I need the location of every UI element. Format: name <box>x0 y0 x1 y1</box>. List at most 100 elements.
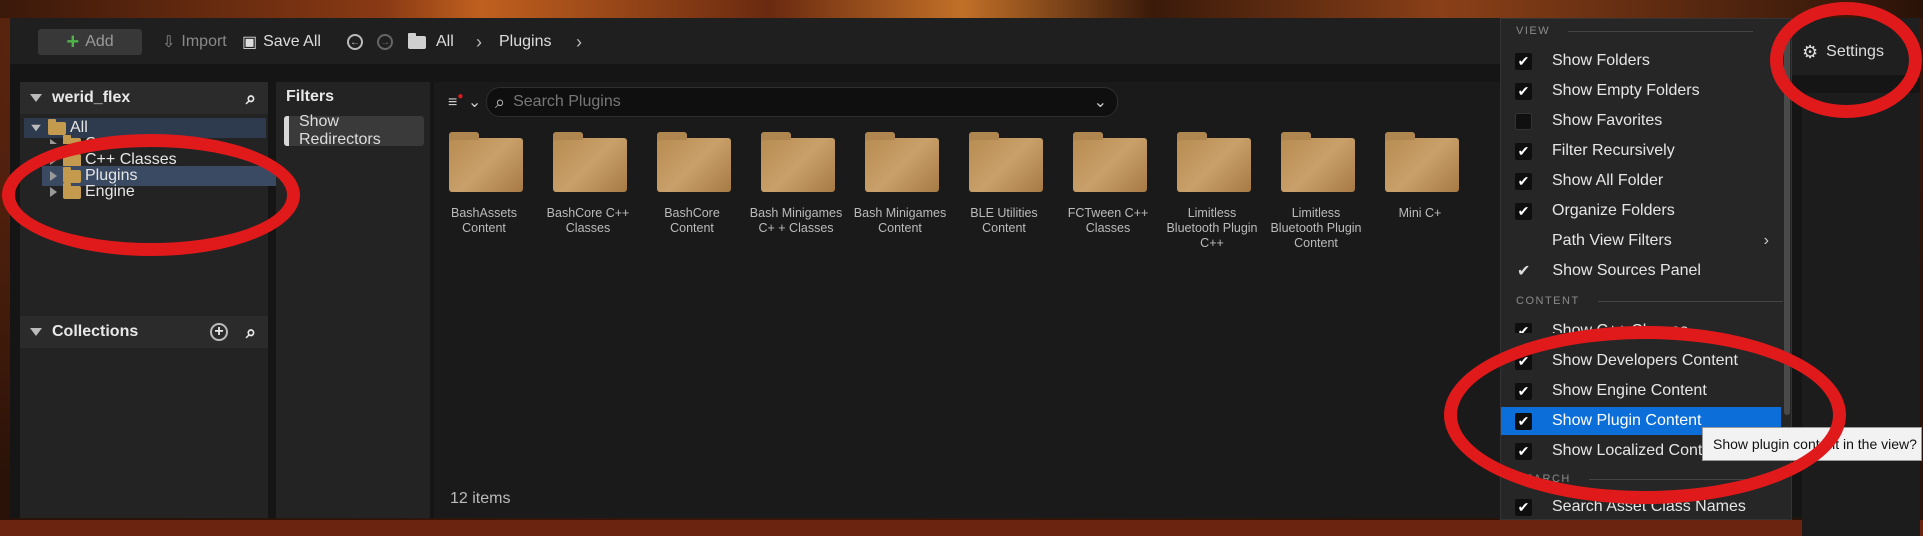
sources-panel: werid_flex ⌕ All Content C++ Classes Plu… <box>20 82 284 518</box>
checkbox-checked-icon: ✔ <box>1515 82 1532 100</box>
checkbox-checked-icon: ✔ <box>1515 352 1532 370</box>
folder-icon <box>1385 132 1459 192</box>
folder-label: Mini C+ <box>1398 206 1442 220</box>
expand-arrow-icon <box>50 155 57 165</box>
folder-label: BashCore C++ Classes <box>546 206 630 235</box>
folder-label: BLE Utilities Content <box>970 206 1038 235</box>
details-strip <box>1802 93 1920 536</box>
breadcrumb-separator: › <box>476 31 482 52</box>
search-icon[interactable]: ⌕ <box>246 88 256 109</box>
checkbox-checked-icon: ✔ <box>1515 498 1532 516</box>
folder-tile[interactable]: BLE Utilities Content <box>954 130 1054 240</box>
folder-tile[interactable]: Bash Minigames Content <box>850 130 950 240</box>
add-button[interactable]: + Add <box>38 29 142 55</box>
chevron-right-icon: › <box>1763 232 1769 249</box>
folder-icon <box>761 132 835 192</box>
chevron-down-icon: ⌄ <box>467 94 482 111</box>
checkbox-checked-icon: ✔ <box>1515 382 1532 400</box>
folder-label: BashCore Content <box>664 206 720 235</box>
breadcrumb-all[interactable]: All <box>436 29 454 55</box>
checkbox-checked-icon: ✔ <box>1515 172 1532 190</box>
collections-label: Collections <box>52 323 139 340</box>
show-redirectors-filter[interactable]: Show Redirectors <box>284 113 424 148</box>
search-icon[interactable]: ⌕ <box>246 322 256 343</box>
add-label: Add <box>85 33 114 50</box>
folder-tile[interactable]: Bash Minigames C+ + Classes <box>746 130 846 240</box>
menu-item-organize-folders[interactable]: ✔ Organize Folders <box>1501 197 1781 225</box>
forward-arrow-icon: → <box>377 34 393 50</box>
breadcrumb-more-chevron[interactable]: › <box>576 29 582 55</box>
folder-icon <box>553 132 627 192</box>
menu-item-search-asset-class-names[interactable]: ✔ Search Asset Class Names <box>1501 493 1781 521</box>
folder-tile[interactable]: FCTween C++ Classes <box>1058 130 1158 240</box>
search-input[interactable]: ⌕ Search Plugins ⌄ <box>486 87 1118 117</box>
save-all-label: Save All <box>263 33 321 50</box>
folder-tile[interactable]: BashCore C++ Classes <box>538 130 638 240</box>
folder-icon <box>1073 132 1147 192</box>
expand-arrow-icon <box>50 187 57 197</box>
folder-tile[interactable]: Limitless Bluetooth Plugin C++ <box>1162 130 1262 250</box>
menu-item-show-sources-panel[interactable]: ✔ Show Sources Panel <box>1501 257 1781 285</box>
filter-toggle-bar <box>284 116 289 146</box>
collections-header[interactable]: Collections + ⌕ <box>20 316 268 348</box>
project-header[interactable]: werid_flex ⌕ <box>20 82 268 114</box>
cpp-folder-icon <box>63 150 81 167</box>
menu-item-show-favorites[interactable]: Show Favorites <box>1501 107 1781 135</box>
search-icon: ⌕ <box>495 91 506 112</box>
add-collection-icon[interactable]: + <box>210 323 228 341</box>
folder-label: Limitless Bluetooth Plugin Content <box>1270 206 1362 250</box>
menu-item-show-engine-content[interactable]: ✔ Show Engine Content <box>1501 377 1781 405</box>
menu-item-filter-recursively[interactable]: ✔ Filter Recursively <box>1501 137 1781 165</box>
settings-label: Settings <box>1826 43 1884 60</box>
save-all-button[interactable]: ▣ Save All <box>242 29 321 55</box>
background-wallpaper-strip <box>0 0 1923 18</box>
folder-tile[interactable]: Mini C+ <box>1370 130 1470 240</box>
menu-item-path-view-filters[interactable]: Path View Filters › <box>1501 227 1781 255</box>
folder-icon <box>63 166 81 183</box>
folder-label: BashAssets Content <box>450 206 517 235</box>
folder-icon <box>63 134 81 144</box>
folder-tile[interactable]: BashAssets Content <box>434 130 534 240</box>
collapse-triangle-icon <box>30 94 42 102</box>
breadcrumb-plugins[interactable]: Plugins <box>499 29 551 55</box>
folder-icon <box>1281 132 1355 192</box>
folder-icon <box>1177 132 1251 192</box>
back-button[interactable]: ← <box>347 29 363 55</box>
checkbox-checked-icon: ✔ <box>1515 412 1532 430</box>
folder-label: Bash Minigames Content <box>853 206 947 235</box>
menu-item-show-empty-folders[interactable]: ✔ Show Empty Folders <box>1501 77 1781 105</box>
expand-triangle-icon <box>31 124 41 132</box>
filter-active-dot: ● <box>457 91 464 102</box>
folder-open-icon <box>48 118 66 135</box>
menu-item-show-folders[interactable]: ✔ Show Folders <box>1501 47 1781 75</box>
folder-label: FCTween C++ Classes <box>1067 206 1149 235</box>
settings-button[interactable]: ⚙ Settings <box>1792 29 1920 75</box>
checkbox-checked-icon: ✔ <box>1515 202 1532 220</box>
view-section-header: VIEW <box>1516 25 1754 37</box>
checkbox-checked-icon: ✔ <box>1515 142 1532 160</box>
menu-item-show-all-folder[interactable]: ✔ Show All Folder <box>1501 167 1781 195</box>
filter-icon: ≡ <box>448 94 458 111</box>
filter-dropdown-button[interactable]: ≡● ⌄ <box>448 91 482 112</box>
checkbox-checked-icon: ✔ <box>1515 52 1532 70</box>
item-count: 12 items <box>450 490 511 507</box>
folder-icon <box>63 182 81 199</box>
folder-tile[interactable]: Limitless Bluetooth Plugin Content <box>1266 130 1366 250</box>
folder-icon[interactable] <box>408 29 426 55</box>
checkmark-icon: ✔ <box>1517 263 1531 280</box>
back-arrow-icon: ← <box>347 34 363 50</box>
search-placeholder: Search Plugins <box>513 93 621 110</box>
tooltip: Show plugin content in the view? <box>1702 427 1922 461</box>
folder-icon <box>657 132 731 192</box>
filters-title: Filters <box>286 88 335 105</box>
expand-arrow-icon <box>50 171 57 181</box>
menu-scrollbar[interactable] <box>1784 25 1790 415</box>
import-label: Import <box>181 33 227 50</box>
menu-item-show-developers-content[interactable]: ✔ Show Developers Content <box>1501 347 1781 375</box>
tree-item-engine[interactable]: Engine <box>42 182 284 202</box>
forward-button[interactable]: → <box>377 29 393 55</box>
import-button[interactable]: ⇩ Import <box>162 29 227 55</box>
chevron-down-icon[interactable]: ⌄ <box>1094 92 1107 112</box>
menu-item-show-cpp-classes[interactable]: ✔ Show C++ Classes <box>1501 317 1781 333</box>
folder-tile[interactable]: BashCore Content <box>642 130 742 240</box>
